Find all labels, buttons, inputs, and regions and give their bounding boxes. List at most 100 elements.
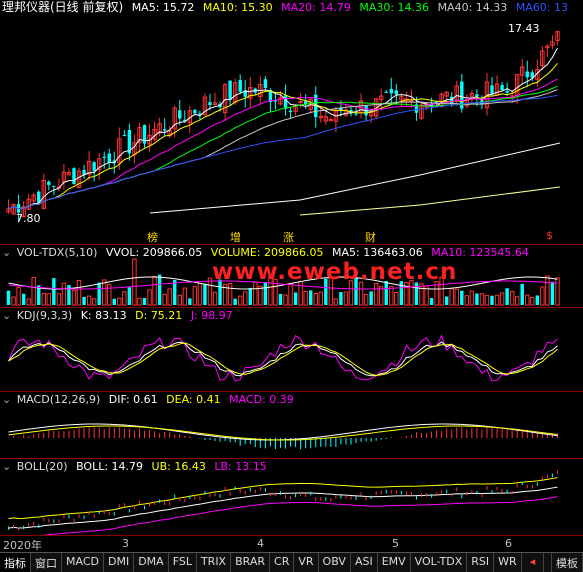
event-marker-1[interactable]: 榜: [147, 229, 158, 245]
ma-line-20: [8, 78, 558, 210]
volume-bar: [248, 287, 252, 305]
volume-bar: [122, 291, 127, 306]
volume-bar: [233, 298, 237, 305]
ma-line-40: [8, 89, 558, 210]
tab-vol-tdx[interactable]: VOL-TDX: [411, 553, 468, 572]
candle-body: [288, 110, 293, 113]
volume-bar: [188, 298, 192, 305]
event-marker-5[interactable]: $: [546, 229, 553, 242]
volume-bar: [6, 290, 11, 305]
macd-pane[interactable]: ⌄ MACD(12,26,9) DIF: 0.61 DEA: 0.41 MACD…: [0, 392, 583, 458]
volume-bar: [520, 283, 524, 305]
candle-body: [394, 90, 399, 95]
volume-bar: [429, 298, 434, 305]
event-marker-2[interactable]: 增: [230, 229, 241, 245]
tab-template[interactable]: 模板: [551, 553, 583, 572]
volume-bar: [303, 290, 308, 306]
kdj-chart[interactable]: [0, 308, 583, 391]
tab-dmi[interactable]: DMI: [104, 553, 135, 572]
ma-line-30: [8, 85, 558, 210]
tab-obv[interactable]: OBV: [319, 553, 351, 572]
candle-body: [263, 79, 268, 89]
candle-body: [283, 95, 288, 109]
volume-bar: [71, 289, 77, 306]
volume-bar: [525, 294, 530, 306]
tab-emv[interactable]: EMV: [378, 553, 411, 572]
tab-cr[interactable]: CR: [270, 553, 295, 572]
volume-bar: [378, 286, 384, 306]
volume-bar: [177, 294, 182, 306]
volume-bar: [157, 274, 162, 305]
date-axis: 2020年 3 4 5 6: [0, 535, 583, 552]
event-marker-4[interactable]: 财: [365, 229, 376, 245]
volume-bar: [243, 291, 248, 306]
volume-bar: [339, 292, 343, 305]
volume-bar: [56, 293, 62, 306]
boll-pane[interactable]: ⌄ BOLL(20) BOLL: 14.79 UB: 16.43 LB: 13.…: [0, 459, 583, 535]
candle-body: [238, 79, 242, 92]
tab-rsi[interactable]: RSI: [467, 553, 495, 572]
low-price-label: 7.80: [16, 212, 41, 225]
event-marker-3[interactable]: 涨: [283, 229, 294, 245]
volume-bar: [162, 293, 167, 306]
candle-body: [92, 162, 96, 172]
tab-more[interactable]: ◂: [522, 553, 545, 572]
volume-bar: [540, 286, 545, 306]
volume-bar: [82, 296, 86, 305]
volume-bar: [490, 295, 494, 305]
candle-body: [409, 99, 414, 102]
volume-bar: [227, 283, 233, 306]
volume-bar: [197, 282, 203, 306]
tab-wr[interactable]: WR: [494, 553, 522, 572]
candle-body: [328, 119, 334, 122]
candle-body: [72, 168, 76, 185]
candle-body: [102, 156, 106, 158]
volume-bar: [358, 281, 364, 306]
ma-line-long-2: [299, 186, 561, 216]
tab-window[interactable]: 窗口: [31, 553, 62, 572]
tab-trix[interactable]: TRIX: [197, 553, 232, 572]
volume-bar: [514, 296, 520, 306]
candle-body: [52, 185, 56, 187]
tab-brar[interactable]: BRAR: [231, 553, 271, 572]
volume-bar: [192, 286, 198, 306]
candle-body: [273, 100, 278, 102]
tab-asi[interactable]: ASI: [351, 553, 378, 572]
date-label-5: 5: [392, 537, 399, 550]
volume-bar: [308, 290, 313, 305]
volume-bar: [475, 293, 479, 305]
candle-body: [193, 109, 197, 114]
tab-dma[interactable]: DMA: [134, 553, 169, 572]
date-label-2020: 2020年: [3, 539, 42, 552]
volume-bar: [313, 293, 318, 306]
candle-body: [298, 100, 303, 103]
tab-macd[interactable]: MACD: [62, 553, 104, 572]
boll-chart[interactable]: [0, 459, 583, 535]
volume-bar: [76, 279, 82, 306]
volume-bar: [97, 282, 101, 305]
kdj-j-line: [8, 334, 558, 382]
volume-bar: [41, 293, 46, 306]
date-label-4: 4: [257, 537, 264, 550]
kdj-pane[interactable]: ⌄ KDJ(9,3,3) K: 83.13 D: 75.21 J: 98.97: [0, 308, 583, 391]
volume-bar: [394, 292, 399, 306]
tab-vr[interactable]: VR: [294, 553, 319, 572]
tab-indicator[interactable]: 指标: [0, 553, 31, 572]
volume-bar: [318, 291, 323, 306]
volume-bar: [258, 285, 263, 306]
ma-line-10: [8, 62, 558, 210]
candlestick-chart[interactable]: [0, 0, 583, 244]
volume-bar: [132, 258, 137, 306]
ma-line-5: [8, 47, 558, 210]
candle-body: [384, 91, 388, 93]
indicator-tab-bar: 指标 窗口 MACD DMI DMA FSL TRIX BRAR CR VR O…: [0, 552, 583, 572]
volume-bar: [11, 296, 16, 306]
volume-bar: [499, 292, 505, 306]
boll-ub-line: [8, 477, 558, 520]
price-pane[interactable]: 理邦仪器(日线 前复权) MA5: 15.72 MA10: 15.30 MA20…: [0, 0, 583, 245]
volume-bar: [16, 287, 21, 306]
tab-fsl[interactable]: FSL: [169, 553, 197, 572]
volume-bar: [505, 288, 509, 305]
macd-chart[interactable]: [0, 392, 583, 458]
volume-bar: [142, 298, 147, 305]
